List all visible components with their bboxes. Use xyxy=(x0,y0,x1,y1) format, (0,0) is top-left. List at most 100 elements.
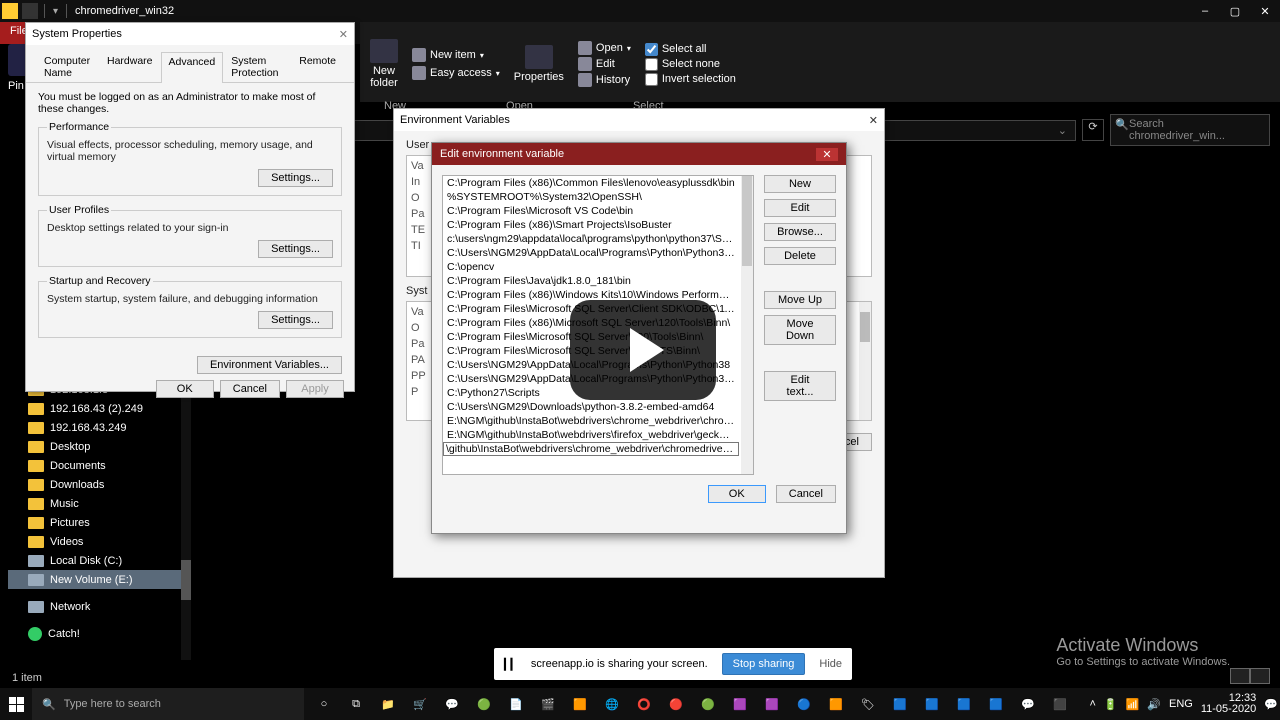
sidebar-item[interactable] xyxy=(8,589,184,597)
cancel-button[interactable]: Cancel xyxy=(776,485,836,503)
lang-indicator[interactable]: ENG xyxy=(1169,698,1193,710)
path-item[interactable]: %SYSTEMROOT%\System32\OpenSSH\ xyxy=(443,190,739,204)
taskbar-app[interactable]: 🟪 xyxy=(726,690,754,718)
scrollbar[interactable] xyxy=(741,176,753,474)
sidebar-item[interactable]: Desktop xyxy=(8,437,184,456)
sidebar-item[interactable]: Music xyxy=(8,494,184,513)
tab-computer-name[interactable]: Computer Name xyxy=(36,51,99,82)
minimize-button[interactable]: ‒ xyxy=(1190,0,1220,22)
taskbar-app[interactable]: 📁 xyxy=(374,690,402,718)
taskbar-app[interactable]: ⬛ xyxy=(1046,690,1074,718)
cancel-button[interactable]: Cancel xyxy=(220,380,280,398)
path-item[interactable]: C:\Program Files\Microsoft VS Code\bin xyxy=(443,204,739,218)
taskbar-app[interactable]: 🏷 xyxy=(854,690,882,718)
start-button[interactable] xyxy=(0,688,32,720)
taskbar-app[interactable]: ⭕ xyxy=(630,690,658,718)
close-icon[interactable]: ✕ xyxy=(339,28,348,41)
sidebar-item[interactable]: Local Disk (C:) xyxy=(8,551,184,570)
taskbar-app[interactable]: 🟧 xyxy=(566,690,594,718)
qa-dropdown-icon[interactable]: ▾ xyxy=(53,6,58,17)
path-item[interactable]: C:\Users\NGM29\AppData\Local\Programs\Py… xyxy=(443,246,739,260)
taskbar-app[interactable]: 🟦 xyxy=(886,690,914,718)
maximize-button[interactable]: ▢ xyxy=(1220,0,1250,22)
volume-icon[interactable]: 🔊 xyxy=(1147,698,1161,711)
hide-button[interactable]: Hide xyxy=(819,658,842,670)
easy-access-button[interactable]: Easy access▾ xyxy=(412,66,500,80)
browse-button[interactable]: Browse... xyxy=(764,223,836,241)
taskbar-app[interactable]: 🟧 xyxy=(822,690,850,718)
path-item[interactable]: C:\Users\NGM29\Downloads\python-3.8.2-em… xyxy=(443,400,739,414)
sidebar-scrollbar[interactable] xyxy=(181,380,191,660)
invert-selection-button[interactable]: Invert selection xyxy=(645,73,736,86)
taskbar-app[interactable]: 🟢 xyxy=(470,690,498,718)
clock[interactable]: 12:3311-05-2020 xyxy=(1201,693,1256,715)
taskbar-app[interactable]: 💬 xyxy=(1014,690,1042,718)
taskbar-app[interactable]: 🟦 xyxy=(918,690,946,718)
play-overlay-button[interactable] xyxy=(570,300,716,400)
edit-text-button[interactable]: Edit text... xyxy=(764,371,836,401)
sidebar-item[interactable]: New Volume (E:) xyxy=(8,570,184,589)
sidebar-item[interactable]: Videos xyxy=(8,532,184,551)
taskbar-app[interactable]: 🟦 xyxy=(982,690,1010,718)
history-button[interactable]: History xyxy=(578,73,631,87)
edit-button[interactable]: Edit xyxy=(578,57,631,71)
refresh-button[interactable]: ⟳ xyxy=(1082,119,1104,141)
move-down-button[interactable]: Move Down xyxy=(764,315,836,345)
chevron-down-icon[interactable]: ⌄ xyxy=(1058,124,1067,137)
select-none-button[interactable]: Select none xyxy=(645,58,736,71)
battery-icon[interactable]: 🔋 xyxy=(1104,698,1118,711)
taskbar-search[interactable]: 🔍 Type here to search xyxy=(32,688,304,720)
notifications-icon[interactable]: 💬 xyxy=(1264,698,1278,711)
path-item[interactable]: c:\users\ngm29\appdata\local\programs\py… xyxy=(443,232,739,246)
stop-sharing-button[interactable]: Stop sharing xyxy=(722,653,806,675)
taskbar-app[interactable]: 💬 xyxy=(438,690,466,718)
taskbar-app[interactable]: 🔴 xyxy=(662,690,690,718)
path-item[interactable]: C:\Program Files (x86)\Smart Projects\Is… xyxy=(443,218,739,232)
new-folder-button[interactable]: New folder xyxy=(370,26,398,102)
taskbar-app[interactable]: 🟦 xyxy=(950,690,978,718)
tray-up-icon[interactable]: ˄ xyxy=(1089,698,1095,710)
close-icon[interactable]: ✕ xyxy=(816,148,838,161)
sidebar-item[interactable]: Catch! xyxy=(8,624,184,643)
path-item[interactable]: C:\Program Files (x86)\Common Files\leno… xyxy=(443,176,739,190)
taskbar-app[interactable]: ○ xyxy=(310,690,338,718)
new-button[interactable]: New xyxy=(764,175,836,193)
scrollbar[interactable] xyxy=(859,302,871,420)
delete-button[interactable]: Delete xyxy=(764,247,836,265)
path-item[interactable]: C:\Program Files\Java\jdk1.8.0_181\bin xyxy=(443,274,739,288)
ok-button[interactable]: OK xyxy=(156,380,214,398)
path-item[interactable]: E:\NGM\github\InstaBot\webdrivers\chrome… xyxy=(443,414,739,428)
taskbar-app[interactable]: 🟪 xyxy=(758,690,786,718)
tab-advanced[interactable]: Advanced xyxy=(161,52,224,83)
search-input[interactable]: 🔍 Search chromedriver_win... xyxy=(1110,114,1270,146)
select-all-button[interactable]: Select all xyxy=(645,43,736,56)
sidebar-item[interactable]: Pictures xyxy=(8,513,184,532)
taskbar-app[interactable]: 🟢 xyxy=(694,690,722,718)
taskbar-app[interactable]: 🛒 xyxy=(406,690,434,718)
view-buttons[interactable] xyxy=(1230,668,1270,684)
close-icon[interactable]: ✕ xyxy=(869,114,878,127)
tab-remote[interactable]: Remote xyxy=(291,51,344,82)
perf-settings-button[interactable]: Settings... xyxy=(258,169,333,187)
sidebar-item[interactable] xyxy=(8,616,184,624)
taskbar-app[interactable]: 📄 xyxy=(502,690,530,718)
env-vars-button[interactable]: Environment Variables... xyxy=(197,356,342,374)
wifi-icon[interactable]: 📶 xyxy=(1126,698,1140,711)
taskbar-app[interactable]: ⧉ xyxy=(342,690,370,718)
path-item[interactable]: C:\opencv xyxy=(443,260,739,274)
move-up-button[interactable]: Move Up xyxy=(764,291,836,309)
prof-settings-button[interactable]: Settings... xyxy=(258,240,333,258)
close-button[interactable]: ✕ xyxy=(1250,0,1280,22)
properties-button[interactable]: Properties xyxy=(514,26,564,102)
sidebar-item[interactable]: Network xyxy=(8,597,184,616)
tab-hardware[interactable]: Hardware xyxy=(99,51,161,82)
taskbar-app[interactable]: 🎬 xyxy=(534,690,562,718)
apply-button[interactable]: Apply xyxy=(286,380,344,398)
sidebar-item[interactable]: Downloads xyxy=(8,475,184,494)
sidebar-item[interactable]: Documents xyxy=(8,456,184,475)
path-edit-input[interactable]: \github\InstaBot\webdrivers\chrome_webdr… xyxy=(443,442,739,456)
new-item-button[interactable]: New item▾ xyxy=(412,48,500,62)
path-item[interactable]: E:\NGM\github\InstaBot\webdrivers\firefo… xyxy=(443,428,739,442)
start-settings-button[interactable]: Settings... xyxy=(258,311,333,329)
tab-system-protection[interactable]: System Protection xyxy=(223,51,291,82)
